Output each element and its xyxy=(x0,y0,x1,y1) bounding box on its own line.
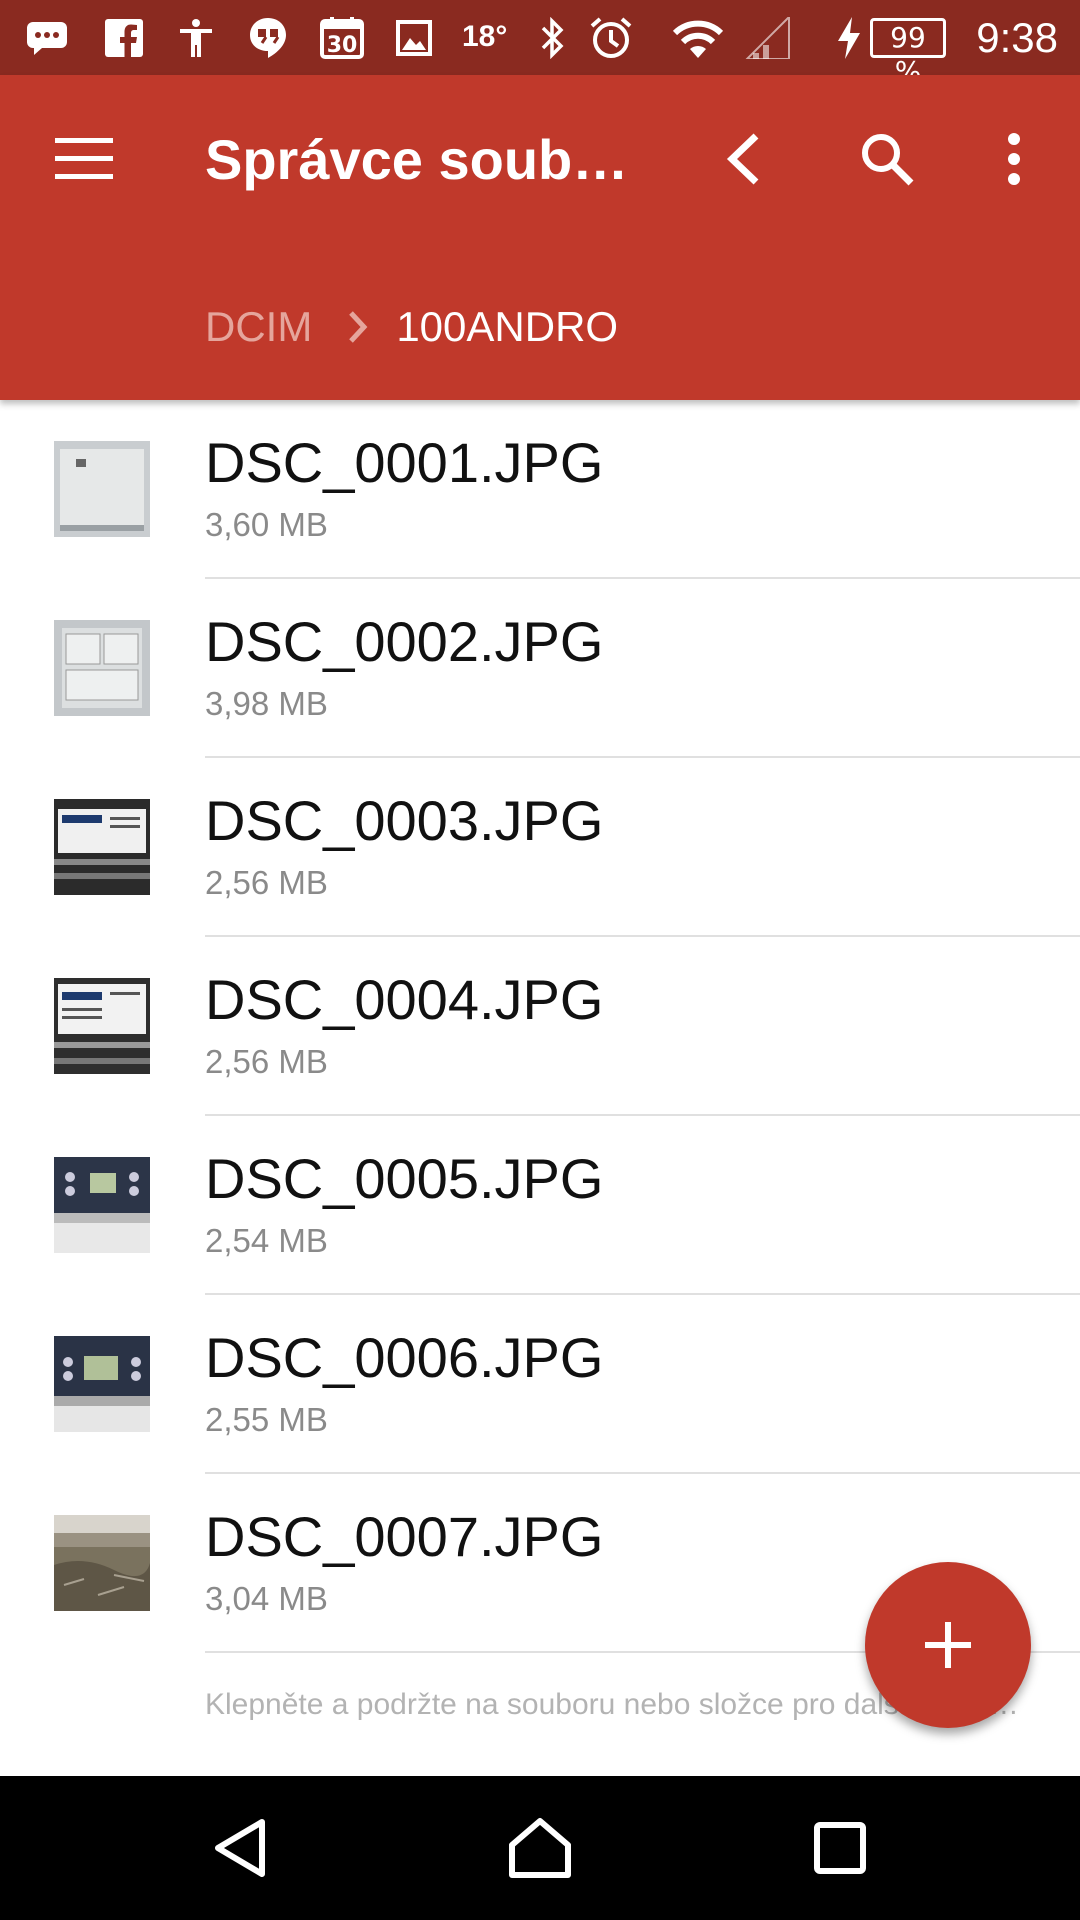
file-size: 2,54 MB xyxy=(205,1222,328,1259)
file-name: DSC_0003.JPG xyxy=(205,789,604,852)
file-size: 2,55 MB xyxy=(205,1401,328,1438)
file-name: DSC_0004.JPG xyxy=(205,968,604,1031)
facebook-icon xyxy=(104,14,144,62)
more-options-button[interactable] xyxy=(966,111,1062,207)
page-title: Správce soubo… xyxy=(205,128,645,191)
calendar-day: 30 xyxy=(327,33,358,58)
messages-icon xyxy=(26,14,68,62)
file-size: 2,56 MB xyxy=(205,1043,328,1080)
charging-icon xyxy=(834,14,864,62)
recents-icon xyxy=(814,1822,866,1874)
file-list-item[interactable]: DSC_0004.JPG 2,56 MB xyxy=(0,937,1080,1116)
file-list-item[interactable]: DSC_0003.JPG 2,56 MB xyxy=(0,758,1080,937)
signal-icon xyxy=(744,14,792,62)
file-name: DSC_0005.JPG xyxy=(205,1147,604,1210)
navigation-bar xyxy=(0,1776,1080,1920)
file-list-item[interactable]: DSC_0002.JPG 3,98 MB xyxy=(0,579,1080,758)
file-list: DSC_0001.JPG 3,60 MB DSC_0002.JPG 3,98 M… xyxy=(0,400,1080,1653)
file-name: DSC_0002.JPG xyxy=(205,610,604,673)
menu-button[interactable] xyxy=(36,111,132,207)
plus-icon xyxy=(925,1622,971,1668)
file-name: DSC_0001.JPG xyxy=(205,431,604,494)
nav-home-button[interactable] xyxy=(490,1798,590,1898)
file-size: 3,98 MB xyxy=(205,685,328,722)
file-manager-screen: 30 18° 99 % 9:38 Správce soubo… DCIM 100… xyxy=(0,0,1080,1920)
add-button[interactable] xyxy=(865,1562,1031,1728)
more-vert-icon xyxy=(1008,133,1020,185)
home-icon xyxy=(509,1818,571,1878)
alarm-icon xyxy=(588,14,634,62)
accessibility-icon xyxy=(176,14,216,62)
breadcrumb-item-current[interactable]: 100ANDRO xyxy=(396,303,618,351)
bluetooth-icon xyxy=(536,14,570,62)
image-thumbnail xyxy=(54,1336,150,1432)
chevron-left-icon xyxy=(726,133,759,185)
back-button[interactable] xyxy=(695,111,791,207)
wifi-icon xyxy=(668,14,728,62)
temperature-readout: 18° xyxy=(462,20,508,53)
file-size: 3,04 MB xyxy=(205,1580,328,1617)
file-name: DSC_0006.JPG xyxy=(205,1326,604,1389)
file-name: DSC_0007.JPG xyxy=(205,1505,604,1568)
image-thumbnail xyxy=(54,1157,150,1253)
image-thumbnail xyxy=(54,620,150,716)
chevron-right-icon xyxy=(348,310,368,344)
file-list-item[interactable]: DSC_0006.JPG 2,55 MB xyxy=(0,1295,1080,1474)
menu-icon xyxy=(55,138,113,179)
breadcrumb-item-parent[interactable]: DCIM xyxy=(205,303,312,351)
hangouts-icon xyxy=(248,14,288,62)
image-thumbnail xyxy=(54,1515,150,1611)
battery-indicator: 99 % xyxy=(870,18,946,88)
gallery-icon xyxy=(394,14,434,62)
file-size: 2,56 MB xyxy=(205,864,328,901)
status-bar: 30 18° 99 % 9:38 xyxy=(0,0,1080,88)
nav-recents-button[interactable] xyxy=(790,1798,890,1898)
search-icon xyxy=(862,134,914,186)
file-list-item[interactable]: DSC_0005.JPG 2,54 MB xyxy=(0,1116,1080,1295)
image-thumbnail xyxy=(54,441,150,537)
nav-back-button[interactable] xyxy=(190,1798,290,1898)
file-size: 3,60 MB xyxy=(205,506,328,543)
back-triangle-icon xyxy=(215,1819,265,1877)
breadcrumb: DCIM 100ANDRO xyxy=(205,297,618,357)
file-list-item[interactable]: DSC_0001.JPG 3,60 MB xyxy=(0,400,1080,579)
image-thumbnail xyxy=(54,978,150,1074)
search-button[interactable] xyxy=(839,111,935,207)
image-thumbnail xyxy=(54,799,150,895)
status-time: 9:38 xyxy=(976,14,1058,61)
app-bar: Správce soubo… DCIM 100ANDRO xyxy=(0,75,1080,400)
calendar-icon: 30 xyxy=(320,14,364,62)
